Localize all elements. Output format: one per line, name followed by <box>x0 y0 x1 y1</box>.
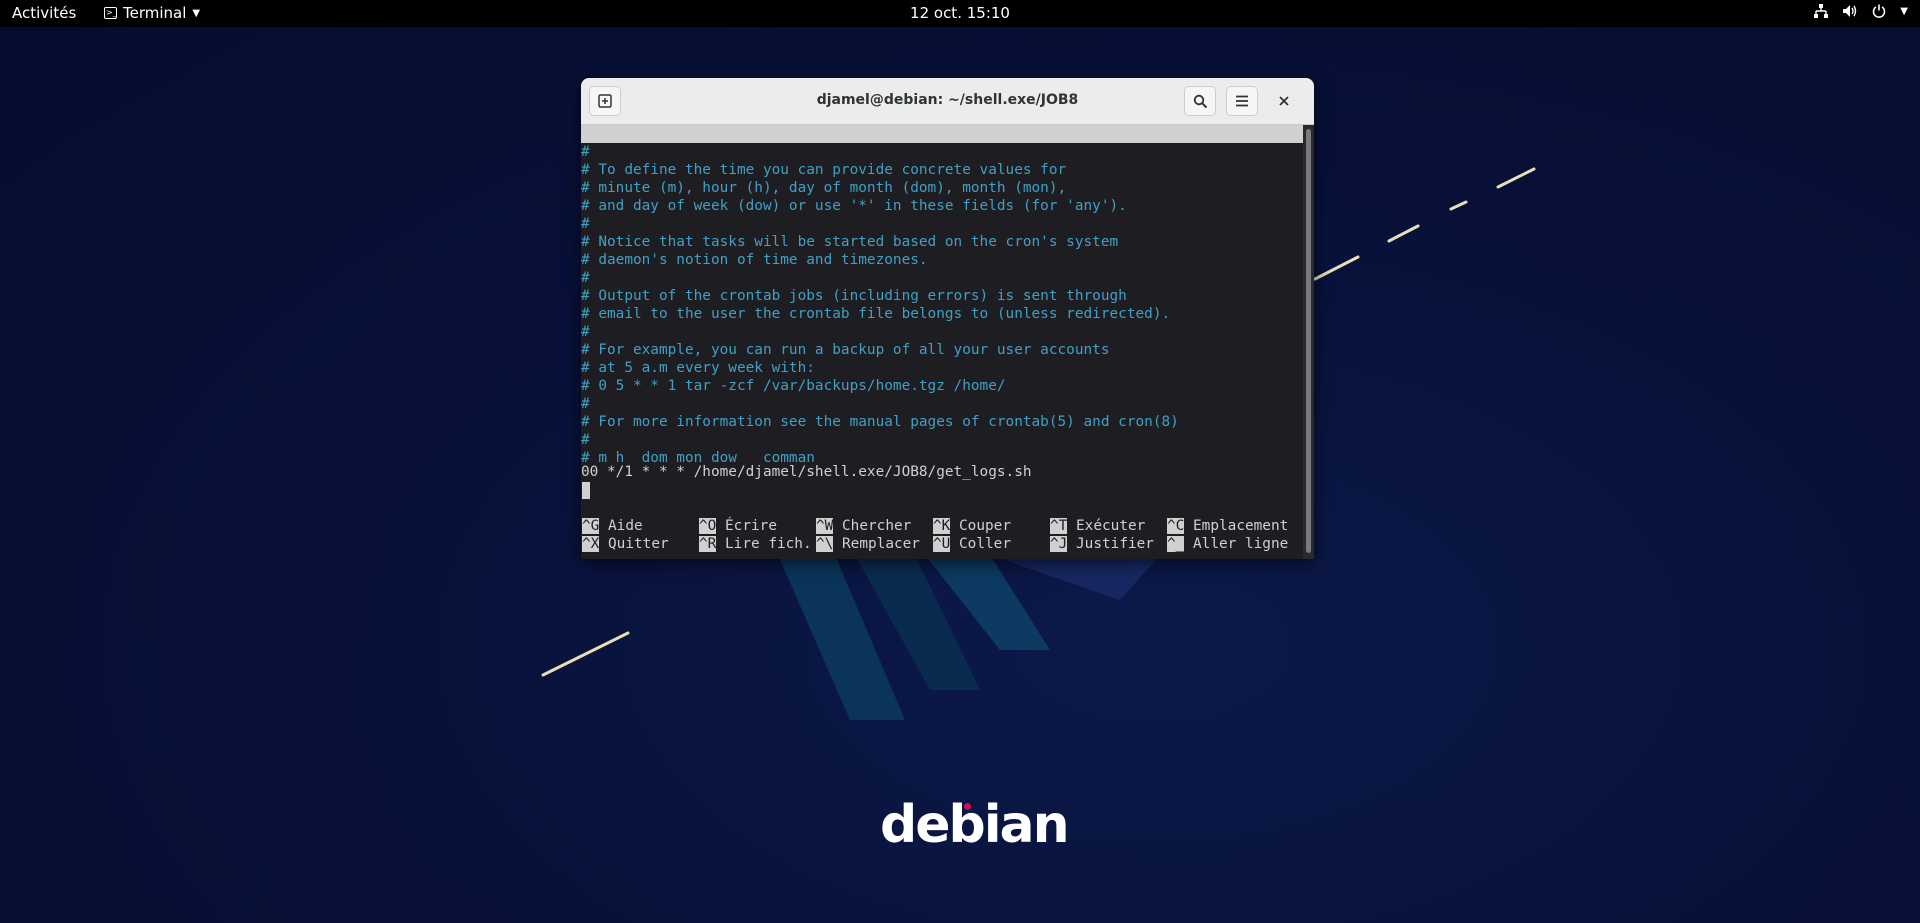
close-button[interactable] <box>1268 86 1300 116</box>
logo-dot <box>964 803 971 810</box>
shortcut-lire-fich: ^R Lire fich. <box>699 535 812 553</box>
shortcut-label: Chercher <box>842 518 912 534</box>
shortcut-key: ^G <box>582 518 600 534</box>
nano-header: GNU nano 5.4 /tmp/crontab.7vj4Kg/crontab <box>581 125 1303 178</box>
scrollbar-thumb[interactable] <box>1306 129 1311 553</box>
shortcut-remplacer: ^\ Remplacer <box>816 535 920 553</box>
shortcut-aller-ligne: ^_ Aller ligne <box>1167 535 1288 553</box>
comment-line: # daemon's notion of time and timezones. <box>581 252 928 268</box>
comment-line: # <box>581 144 590 160</box>
shortcut-label: Remplacer <box>842 536 920 552</box>
shortcut-label: Emplacement <box>1193 518 1289 534</box>
shortcut-coller: ^U Coller <box>933 535 1011 553</box>
shortcut-key: ^C <box>1167 518 1185 534</box>
shortcut-label: Justifier <box>1076 536 1154 552</box>
shortcut-label: Écrire <box>725 518 777 534</box>
shortcut-emplacement: ^C Emplacement <box>1167 517 1288 535</box>
comment-line: # at 5 a.m every week with: <box>581 360 815 376</box>
crontab-job-line: 00 */1 * * * /home/djamel/shell.exe/JOB8… <box>581 464 1032 480</box>
shortcut-écrire: ^O Écrire <box>699 517 777 535</box>
shortcut-key: ^_ <box>1167 536 1185 552</box>
comment-line: # <box>581 396 590 412</box>
shortcut-key: ^U <box>933 536 951 552</box>
shortcut-justifier: ^J Justifier <box>1050 535 1154 553</box>
hamburger-menu-icon <box>1236 95 1248 107</box>
debian-logo: debian <box>880 795 1070 855</box>
shortcut-key: ^R <box>699 536 717 552</box>
scrollbar[interactable] <box>1303 125 1314 559</box>
shortcut-chercher: ^W Chercher <box>816 517 911 535</box>
comment-line: # <box>581 324 590 340</box>
comment-line: # 0 5 * * 1 tar -zcf /var/backups/home.t… <box>581 378 1006 394</box>
close-icon <box>1279 96 1289 106</box>
shortcut-key: ^K <box>933 518 951 534</box>
wallpaper-shapes <box>778 555 1160 720</box>
comment-line: # For example, you can run a backup of a… <box>581 342 1110 358</box>
comment-line: # <box>581 432 590 448</box>
shortcut-label: Couper <box>959 518 1011 534</box>
shortcut-key: ^J <box>1050 536 1068 552</box>
debian-logo-text: debian <box>880 795 1070 855</box>
search-icon <box>1193 94 1207 108</box>
shortcut-key: ^O <box>699 518 717 534</box>
comment-line: # <box>581 270 590 286</box>
comment-line: # <box>581 216 590 232</box>
shortcut-label: Quitter <box>608 536 669 552</box>
shortcut-couper: ^K Couper <box>933 517 1011 535</box>
comment-line: # minute (m), hour (h), day of month (do… <box>581 180 1067 196</box>
title-bar[interactable]: djamel@debian: ~/shell.exe/JOB8 <box>581 78 1314 125</box>
comment-line: # email to the user the crontab file bel… <box>581 306 1171 322</box>
shortcut-label: Aide <box>608 518 643 534</box>
comment-line: # and day of week (dow) or use '*' in th… <box>581 198 1127 214</box>
shortcut-key: ^\ <box>816 536 834 552</box>
search-button[interactable] <box>1184 86 1216 116</box>
comment-line: # Notice that tasks will be started base… <box>581 234 1119 250</box>
nano-version: GNU nano 5.4 <box>599 144 703 160</box>
comment-line: # For more information see the manual pa… <box>581 414 1179 430</box>
comment-line: # To define the time you can provide con… <box>581 162 1067 178</box>
shortcut-aide: ^G Aide <box>582 517 643 535</box>
shortcut-key: ^W <box>816 518 834 534</box>
terminal-content[interactable]: GNU nano 5.4 /tmp/crontab.7vj4Kg/crontab… <box>581 125 1303 559</box>
menu-button[interactable] <box>1226 86 1258 116</box>
shortcut-quitter: ^X Quitter <box>582 535 669 553</box>
shortcut-label: Exécuter <box>1076 518 1146 534</box>
shortcut-label: Lire fich. <box>725 536 812 552</box>
shortcut-exécuter: ^T Exécuter <box>1050 517 1145 535</box>
shortcut-label: Aller ligne <box>1193 536 1289 552</box>
shortcut-key: ^X <box>582 536 600 552</box>
terminal-window: djamel@debian: ~/shell.exe/JOB8 GNU nano… <box>581 78 1314 559</box>
shortcut-key: ^T <box>1050 518 1068 534</box>
shortcut-label: Coller <box>959 536 1011 552</box>
comment-line: # Output of the crontab jobs (including … <box>581 288 1127 304</box>
text-cursor <box>582 482 590 499</box>
